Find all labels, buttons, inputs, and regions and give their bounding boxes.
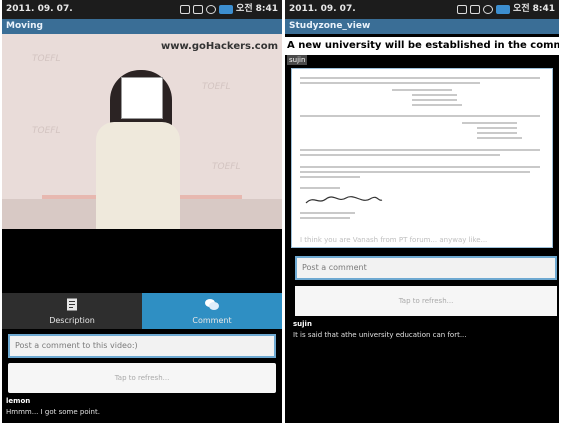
- wifi-icon: [457, 5, 468, 14]
- status-bar: 2011. 09. 07. 오전 8:41: [285, 0, 559, 19]
- post-author: sujin: [287, 55, 308, 65]
- comment-text: It is said that athe university educatio…: [293, 331, 467, 339]
- doc-text-line: [477, 137, 522, 139]
- comment-input[interactable]: Post a comment to this video:): [8, 334, 276, 358]
- status-icons: 오전 8:41: [180, 0, 278, 19]
- doc-text-line: [412, 104, 462, 106]
- status-ampm: 오전: [236, 4, 253, 14]
- status-date: 2011. 09. 07.: [289, 4, 356, 14]
- status-bar: 2011. 09. 07. 오전 8:41: [2, 0, 282, 19]
- doc-text-line: [300, 77, 540, 79]
- comment-author: sujin: [293, 320, 312, 328]
- watermark-text: TOEFL: [212, 162, 241, 172]
- doc-text-line: [477, 132, 517, 134]
- video-screen: 2011. 09. 07. 오전 8:41 Moving TOEFL TOEFL…: [2, 0, 282, 423]
- signature-image: [305, 196, 383, 204]
- video-site-url: www.goHackers.com: [160, 41, 278, 52]
- doc-faint-text: I think you are Vanash from PT forum... …: [300, 236, 488, 244]
- comment-input[interactable]: Post a comment: [295, 256, 557, 280]
- doc-text-line: [300, 176, 360, 178]
- doc-text-line: [300, 171, 530, 173]
- doc-text-line: [412, 99, 457, 101]
- watermark-text: TOEFL: [32, 126, 61, 136]
- status-date: 2011. 09. 07.: [6, 4, 73, 14]
- watermark-text: TOEFL: [202, 82, 231, 92]
- doc-text-line: [412, 94, 457, 96]
- battery-icon: [496, 5, 511, 14]
- tab-description[interactable]: Description: [2, 293, 142, 329]
- status-time: 8:41: [532, 4, 555, 14]
- doc-text-line: [300, 212, 355, 214]
- sd-card-icon: [193, 5, 204, 14]
- app-title: Studyzone_view: [285, 19, 559, 34]
- doc-text-line: [462, 122, 517, 124]
- status-time: 8:41: [255, 4, 278, 14]
- doc-text-line: [392, 89, 452, 91]
- document-icon: [67, 298, 77, 311]
- no-signal-icon: [483, 5, 494, 14]
- comment-text: Hmmm... I got some point.: [6, 408, 100, 416]
- tab-bar: Description Comment: [2, 293, 282, 329]
- status-ampm: 오전: [513, 4, 530, 14]
- no-signal-icon: [206, 5, 217, 14]
- doc-text-line: [300, 115, 540, 117]
- doc-text-line: [300, 217, 350, 219]
- refresh-button[interactable]: Tap to refresh...: [295, 286, 557, 316]
- doc-text-line: [300, 82, 480, 84]
- presenter-body: [96, 122, 180, 229]
- post-headline: A new university will be established in …: [285, 37, 559, 55]
- tab-label: Description: [49, 316, 95, 325]
- video-letterbox: [2, 229, 282, 293]
- battery-icon: [219, 5, 234, 14]
- watermark-text: TOEFL: [32, 54, 61, 64]
- letter-document-image: I think you are Vanash from PT forum... …: [291, 68, 553, 248]
- app-title: Moving: [2, 19, 282, 34]
- sd-card-icon: [470, 5, 481, 14]
- refresh-button[interactable]: Tap to refresh...: [8, 363, 276, 393]
- doc-text-line: [300, 154, 500, 156]
- tab-label: Comment: [192, 316, 232, 325]
- face-mask: [121, 77, 163, 119]
- doc-text-line: [300, 187, 340, 189]
- wifi-icon: [180, 5, 191, 14]
- studyzone-screen: 2011. 09. 07. 오전 8:41 Studyzone_view A n…: [285, 0, 559, 423]
- doc-text-line: [477, 127, 517, 129]
- comment-author: lemon: [6, 397, 31, 405]
- status-icons: 오전 8:41: [457, 0, 555, 19]
- video-player[interactable]: TOEFL TOEFL TOEFL TOEFL TOEFL www.goHack…: [2, 34, 282, 229]
- chat-bubbles-icon: [205, 299, 219, 310]
- doc-text-line: [300, 149, 540, 151]
- doc-text-line: [300, 166, 540, 168]
- tab-comment[interactable]: Comment: [142, 293, 282, 329]
